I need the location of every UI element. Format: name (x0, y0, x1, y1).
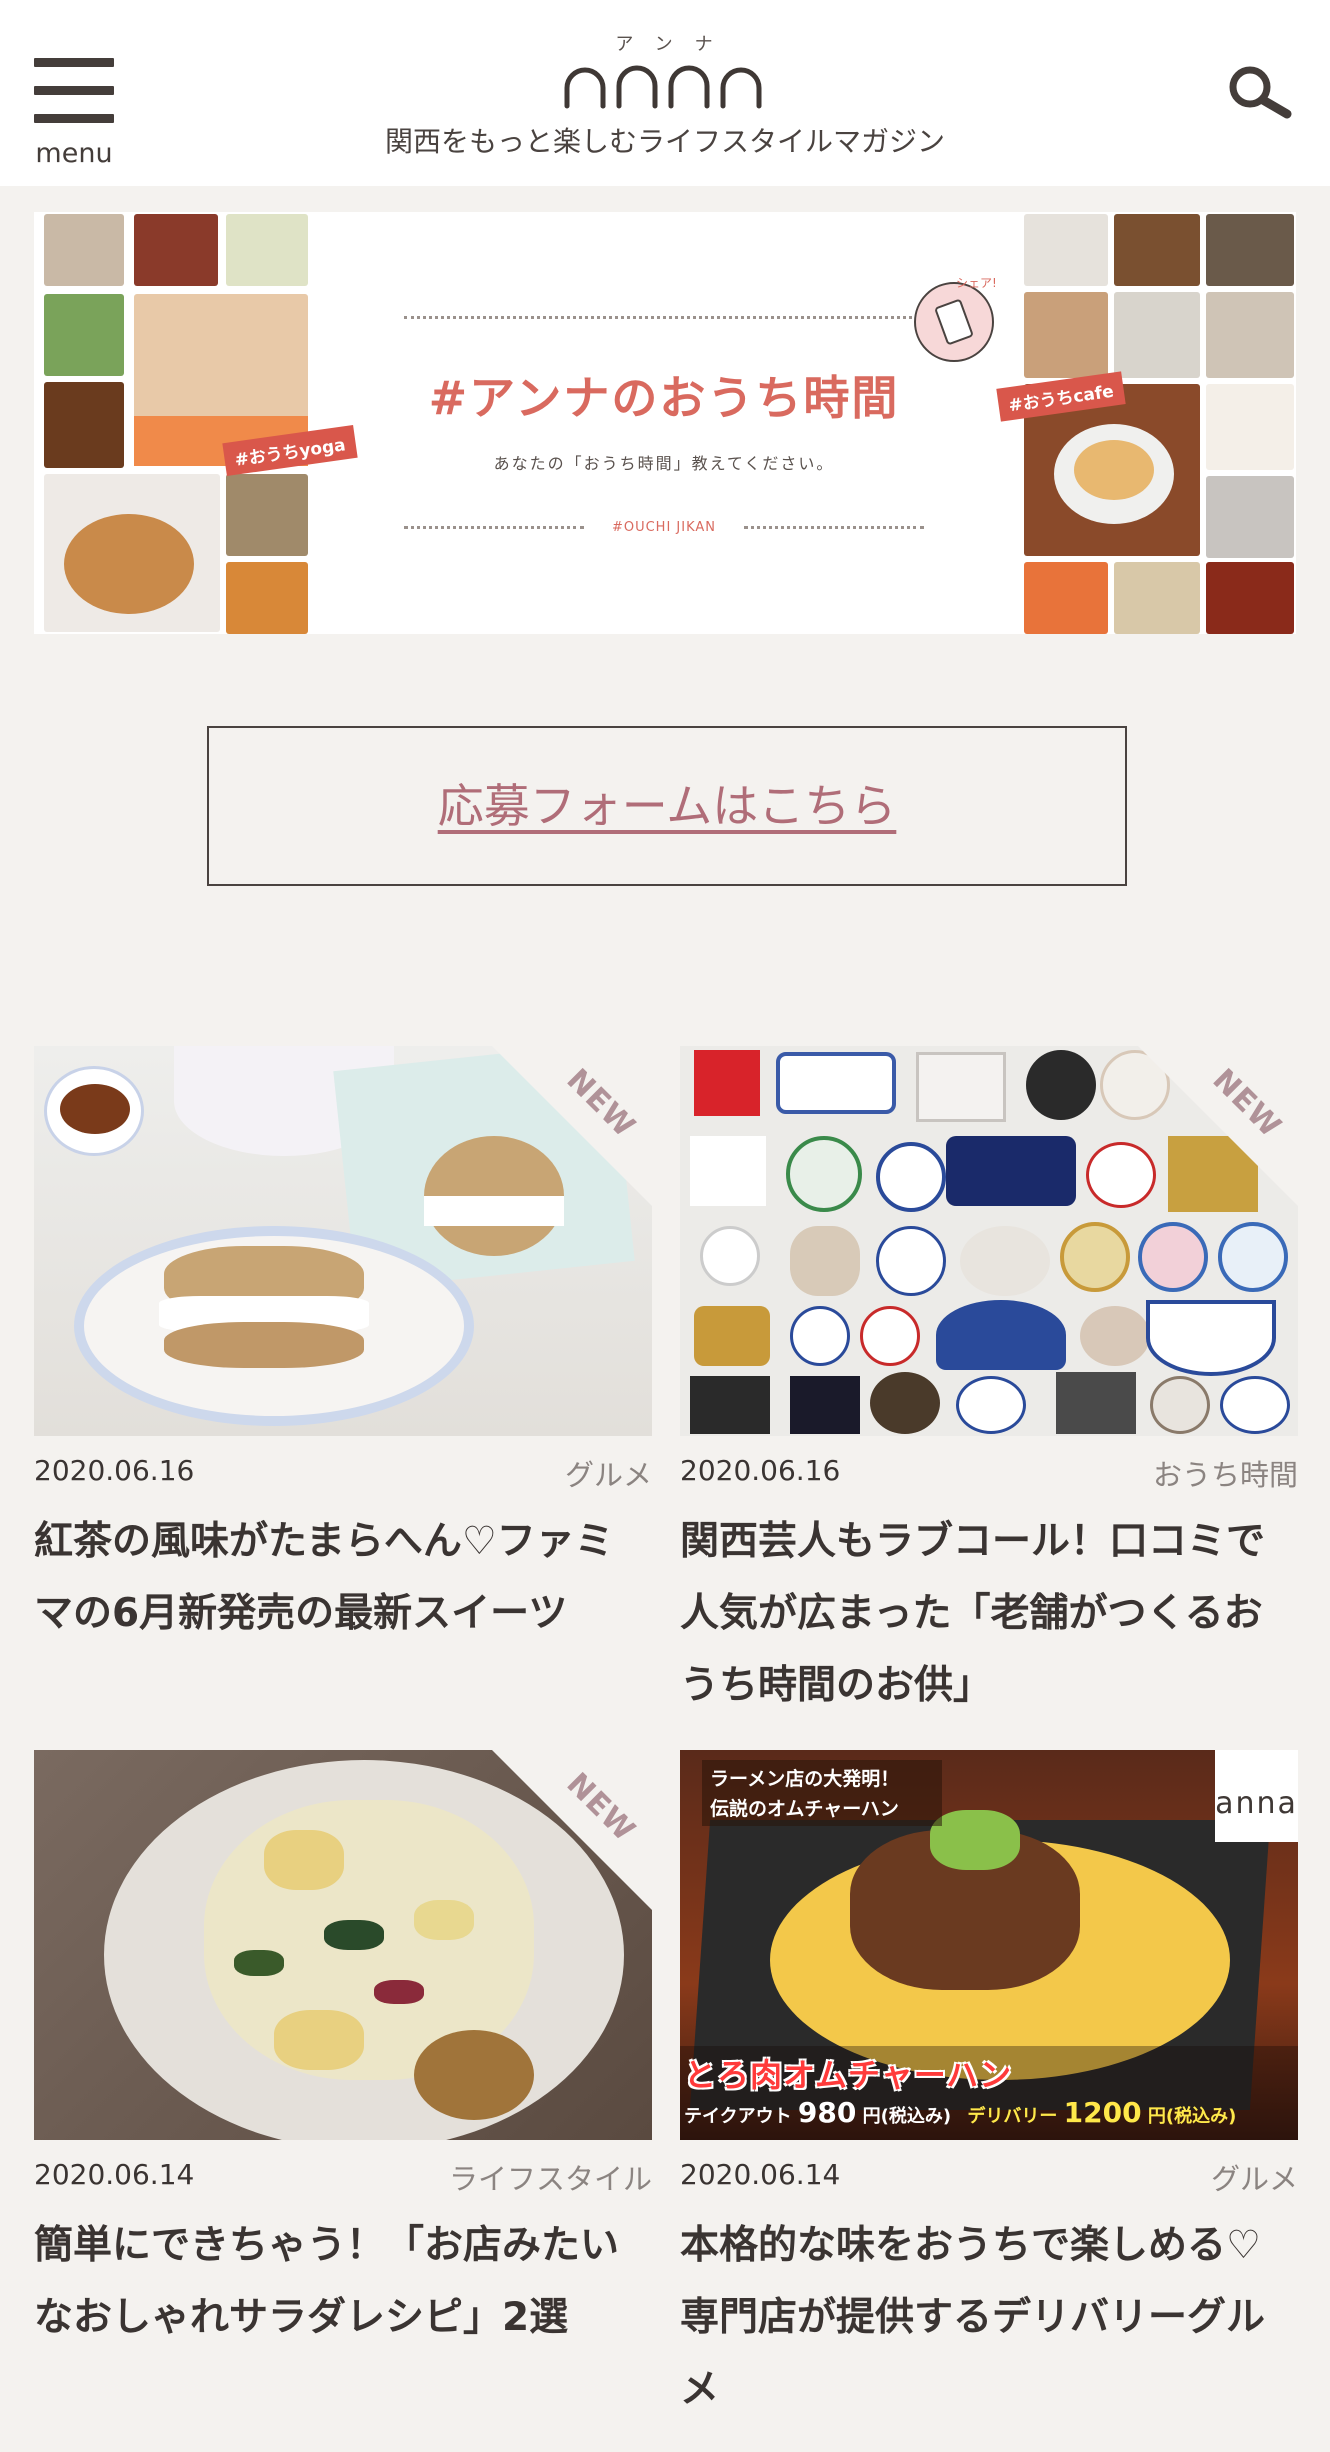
article-meta: 2020.06.14 グルメ (680, 2154, 1298, 2196)
delivery-value: 1200 (1063, 2096, 1142, 2129)
article-meta: 2020.06.16 おうち時間 (680, 1450, 1298, 1492)
takeout-value: 980 (797, 2096, 857, 2129)
article-date: 2020.06.14 (680, 2158, 841, 2191)
article-category[interactable]: グルメ (1211, 2156, 1298, 2198)
photo-tile (226, 562, 308, 634)
photo-tile (44, 382, 124, 468)
photo-tile (134, 214, 218, 286)
photo-tile (1024, 562, 1108, 634)
new-badge: NEW (492, 1046, 652, 1206)
photo-tile (1206, 476, 1294, 558)
hamburger-icon (34, 58, 114, 67)
search-icon (1229, 66, 1292, 119)
photo-tile (1206, 384, 1294, 470)
share-bubble-icon (914, 282, 994, 362)
photo-tile (1114, 562, 1200, 634)
article-date: 2020.06.16 (34, 1454, 195, 1487)
article-title[interactable]: 関西芸人もラブコール！口コミで人気が広まった「老舗がつくるおうち時間のお供」 (680, 1506, 1298, 1722)
caption-line: 伝説のオムチャーハン (710, 1798, 899, 1820)
article-date: 2020.06.16 (680, 1454, 841, 1487)
article-card[interactable]: NEW 2020.06.16 おうち時間 関西芸人もラブコール！口コミで人気が広… (680, 1046, 1298, 1726)
article-category[interactable]: ライフスタイル (449, 2156, 652, 2198)
hamburger-icon-bar (34, 114, 114, 123)
share-label: シェア! (956, 276, 997, 290)
article-card[interactable]: NEW 2020.06.14 ライフスタイル 簡単にできちゃう！「お店みたいなお… (34, 1750, 652, 2350)
article-title[interactable]: 本格的な味をおうちで楽しめる♡専門店が提供するデリバリーグルメ (680, 2210, 1298, 2426)
article-card[interactable]: NEW 2020.06.16 グルメ 紅茶の風味がたまらへん♡ファミマの6月新発… (34, 1046, 652, 1646)
hamburger-icon-bar (34, 86, 114, 95)
site-tagline: 関西をもっと楽しむライフスタイルマガジン (384, 125, 945, 158)
menu-label: menu (35, 138, 113, 169)
logo-wordmark (564, 65, 762, 109)
divider (744, 526, 924, 529)
corner-logo-text: anna (1215, 1786, 1298, 1821)
article-meta: 2020.06.14 ライフスタイル (34, 2154, 652, 2196)
article-title[interactable]: 簡単にできちゃう！「お店みたいなおしゃれサラダレシピ」2選 (34, 2210, 652, 2354)
takeout-price: テイクアウト 980 円(税込み) デリバリー 1200 円(税込み) (684, 2096, 1236, 2129)
article-date: 2020.06.14 (34, 2158, 195, 2191)
photo-tile (1024, 214, 1108, 286)
new-badge: NEW (492, 1750, 652, 1910)
photo-tile (44, 214, 124, 286)
article-category[interactable]: グルメ (565, 1452, 652, 1494)
photo-tile (1206, 562, 1294, 634)
article-category[interactable]: おうち時間 (1153, 1452, 1298, 1494)
article-card[interactable]: ラーメン店の大発明！ 伝説のオムチャーハン anna とろ肉オムチャーハン テイ… (680, 1750, 1298, 2430)
photo-tile (1114, 214, 1200, 286)
banner-title: #アンナのおうち時間 (428, 371, 900, 425)
takeout-label: テイクアウト (684, 2106, 792, 2127)
divider (404, 316, 924, 319)
logo-ruby: アンナ (615, 34, 735, 55)
photo-tile (1114, 292, 1200, 378)
new-badge: NEW (1138, 1046, 1298, 1206)
dish-name: とろ肉オムチャーハン (684, 2056, 1013, 2094)
banner-subtitle: あなたの「おうち時間」教えてください。 (493, 454, 835, 473)
photo-tile (1024, 292, 1108, 378)
site-logo[interactable]: アンナ (555, 30, 775, 120)
caption-line: ラーメン店の大発明！ (710, 1768, 900, 1790)
apply-form-link[interactable]: 応募フォームはこちら (207, 726, 1127, 886)
photo-tile (44, 474, 220, 632)
menu-button[interactable]: menu (34, 58, 116, 170)
article-thumbnail[interactable]: ラーメン店の大発明！ 伝説のオムチャーハン anna とろ肉オムチャーハン テイ… (680, 1750, 1298, 2140)
article-title[interactable]: 紅茶の風味がたまらへん♡ファミマの6月新発売の最新スイーツ (34, 1506, 652, 1650)
article-meta: 2020.06.16 グルメ (34, 1450, 652, 1492)
delivery-label: デリバリー (967, 2106, 1058, 2127)
tax-note: 円(税込み) (862, 2106, 952, 2127)
corner-logo: anna (1215, 1750, 1298, 1842)
photo-tile (1206, 292, 1294, 378)
photo-tile (226, 474, 308, 556)
tax-note: 円(税込み) (1147, 2106, 1237, 2127)
photo-tile (1206, 214, 1294, 286)
caption-box: ラーメン店の大発明！ 伝説のオムチャーハン (702, 1760, 942, 1826)
site-header: menu アンナ 関西をもっと楽しむライフスタイルマガジン (0, 0, 1330, 186)
photo-tile (226, 214, 308, 286)
campaign-banner[interactable]: #おうちyoga #アンナのおうち時間 あなたの「おうち時間」教えてください。 … (34, 212, 1296, 634)
search-button[interactable] (1225, 62, 1295, 122)
photo-tile (44, 294, 124, 376)
